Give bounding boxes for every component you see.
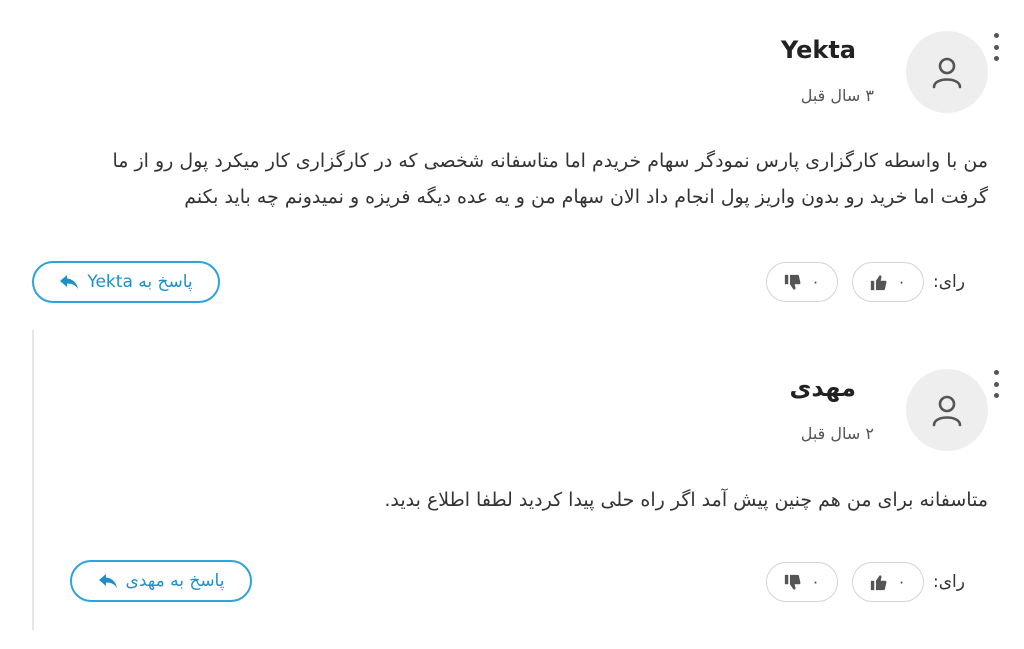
reply-button[interactable]: پاسخ به مهدی	[70, 560, 252, 602]
thumbs-down-icon	[785, 574, 801, 590]
user-icon	[932, 57, 962, 89]
reply-label: پاسخ به مهدی	[125, 571, 225, 591]
comment-body-line: متاسفانه برای من هم چنین پیش آمد اگر راه…	[384, 489, 988, 511]
thumbs-down-icon	[785, 274, 801, 290]
vote-label: رای:	[933, 572, 965, 592]
avatar	[906, 369, 988, 451]
dislike-button[interactable]: ۰	[766, 562, 838, 602]
comment-body: من با واسطه کارگزاری پارس نمودگر سهام خر…	[40, 143, 989, 215]
dislike-count: ۰	[811, 573, 820, 591]
like-button[interactable]: ۰	[852, 562, 924, 602]
reply-button[interactable]: پاسخ به Yekta	[32, 261, 220, 303]
user-icon	[932, 395, 962, 427]
like-count: ۰	[897, 573, 906, 591]
comment-body-line: من با واسطه کارگزاری پارس نمودگر سهام خر…	[112, 150, 989, 172]
like-button[interactable]: ۰	[852, 262, 924, 302]
thumbs-up-icon	[871, 574, 887, 590]
comment-menu-icon[interactable]	[990, 33, 1002, 61]
comment-menu-icon[interactable]	[990, 370, 1002, 398]
comment-author: مهدی	[789, 374, 856, 402]
comment-time: ۳ سال قبل	[800, 86, 874, 105]
dislike-button[interactable]: ۰	[766, 262, 838, 302]
comment-body-line: گرفت اما خرید رو بدون واریز پول انجام دا…	[184, 186, 988, 208]
comment-time: ۲ سال قبل	[800, 424, 874, 443]
comment-body: متاسفانه برای من هم چنین پیش آمد اگر راه…	[200, 482, 988, 518]
reply-arrow-icon	[98, 574, 117, 588]
like-count: ۰	[897, 273, 906, 291]
reply-label: پاسخ به Yekta	[87, 272, 193, 292]
vote-label: رای:	[933, 272, 965, 292]
reply-arrow-icon	[60, 275, 79, 289]
avatar	[906, 31, 988, 113]
comment-card: Yekta ۳ سال قبل من با واسطه کارگزاری پار…	[0, 0, 1024, 330]
comment-author: Yekta	[780, 36, 856, 64]
comment-card: مهدی ۲ سال قبل متاسفانه برای من هم چنین …	[0, 330, 1024, 649]
thumbs-up-icon	[871, 274, 887, 290]
dislike-count: ۰	[811, 273, 820, 291]
